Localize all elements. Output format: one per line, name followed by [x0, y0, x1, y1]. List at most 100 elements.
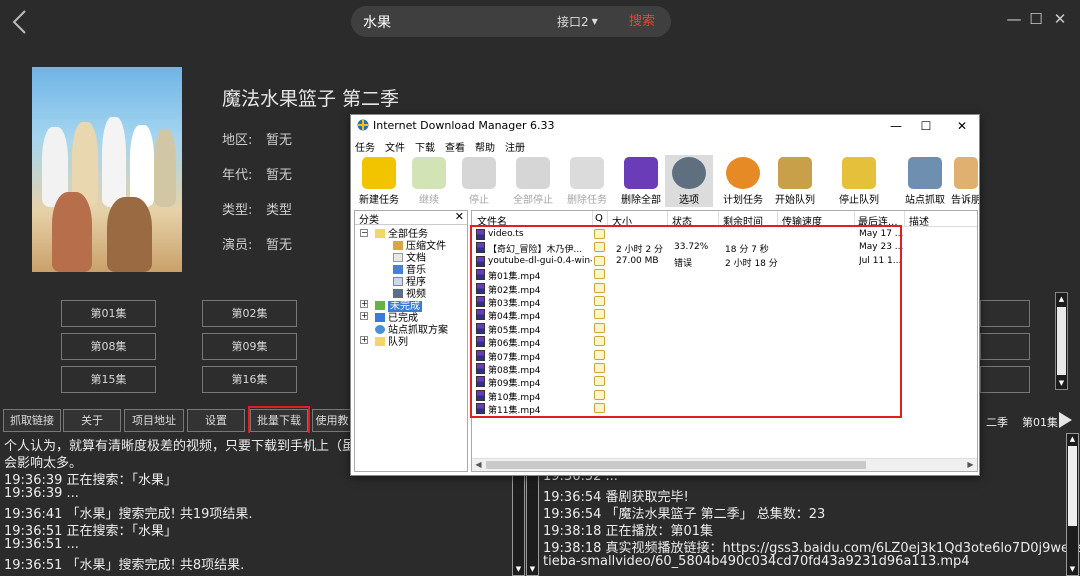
tree-collapse-icon[interactable]: −: [360, 229, 368, 237]
tree-expand-icon[interactable]: +: [360, 312, 368, 320]
scroll-down-icon[interactable]: ▼: [527, 564, 538, 575]
grab-link-button[interactable]: 抓取链接: [3, 409, 61, 432]
minimize-button[interactable]: —: [1004, 10, 1024, 32]
search-box: 接口2▼ 搜索: [351, 6, 671, 37]
episode-button[interactable]: 第09集: [202, 333, 297, 360]
folder-icon: [375, 229, 385, 238]
settings-button[interactable]: 设置: [187, 409, 245, 432]
project-url-button[interactable]: 项目地址: [124, 409, 184, 432]
menu-register[interactable]: 注册: [505, 139, 525, 154]
menu-help[interactable]: 帮助: [475, 139, 495, 154]
new-task-icon: [362, 157, 396, 189]
menu-download[interactable]: 下载: [415, 139, 435, 154]
scroll-left-icon[interactable]: ◀: [472, 459, 485, 471]
scroll-down-icon[interactable]: ▼: [1056, 377, 1067, 389]
scroll-down-icon[interactable]: ▼: [1067, 564, 1078, 575]
maximize-button[interactable]: ☐: [1026, 10, 1046, 32]
idm-titlebar[interactable]: Internet Download Manager 6.33 — ☐ ✕: [351, 115, 979, 137]
scheduler-button[interactable]: 计划任务: [717, 155, 769, 207]
new-task-button[interactable]: 新建任务: [353, 155, 405, 207]
stop-icon: [462, 157, 496, 189]
info-type: 类型: 类型: [222, 199, 292, 218]
close-icon[interactable]: ✕: [455, 210, 464, 223]
info-year-value: 暂无: [266, 168, 293, 183]
menu-file[interactable]: 文件: [385, 139, 405, 154]
close-button[interactable]: ✕: [1050, 10, 1070, 32]
resume-icon: [412, 157, 446, 189]
delete-all-button[interactable]: 删除全部: [615, 155, 667, 207]
tell-friend-icon: [954, 157, 978, 189]
scroll-thumb[interactable]: [1057, 307, 1066, 375]
log-right-scrollbar[interactable]: ▲ ▼: [1066, 433, 1079, 576]
info-actors: 演员: 暂无: [222, 234, 292, 253]
column-header-description[interactable]: 描述: [909, 213, 929, 228]
toolbar-label: 删除全部: [621, 195, 661, 206]
toolbar-label: 停止: [469, 195, 489, 206]
episode-button-partial[interactable]: [980, 300, 1030, 327]
episode-button-partial[interactable]: [980, 333, 1030, 360]
log-line: 19:36:51 「水果」搜索完成! 共8项结果.: [4, 558, 245, 573]
resume-button[interactable]: 继续: [403, 155, 455, 207]
episode-button[interactable]: 第01集: [61, 300, 156, 327]
now-playing-show: 二季: [986, 416, 1008, 429]
idm-toolbar: 新建任务 继续 停止 全部停止 删除任务 删除全部 选项 计划任务 开始队列 停…: [351, 153, 979, 209]
tutorial-button[interactable]: 使用教: [312, 409, 352, 432]
idm-minimize-button[interactable]: —: [883, 116, 909, 136]
idm-maximize-button[interactable]: ☐: [913, 116, 939, 136]
scroll-right-icon[interactable]: ▶: [964, 459, 977, 471]
episode-scrollbar[interactable]: ▲ ▼: [1055, 292, 1068, 390]
stop-button[interactable]: 停止: [453, 155, 505, 207]
idm-title: Internet Download Manager 6.33: [373, 119, 555, 132]
delete-task-button[interactable]: 删除任务: [561, 155, 613, 207]
info-actors-label: 演员:: [222, 238, 253, 253]
list-horizontal-scrollbar[interactable]: ◀ ▶: [472, 458, 977, 471]
grabber-icon: [908, 157, 942, 189]
scroll-up-icon[interactable]: ▲: [1056, 293, 1067, 305]
scroll-up-icon[interactable]: ▲: [1067, 434, 1078, 445]
tell-friend-button[interactable]: 告诉朋: [951, 155, 979, 207]
search-input[interactable]: [363, 11, 543, 33]
source-select[interactable]: 接口2 ▼: [557, 13, 598, 30]
about-button[interactable]: 关于: [63, 409, 121, 432]
stop-all-button[interactable]: 全部停止: [507, 155, 559, 207]
back-arrow-icon[interactable]: [8, 8, 32, 36]
toolbar-label: 选项: [679, 195, 699, 206]
toolbar-label: 开始队列: [775, 195, 815, 206]
episode-button[interactable]: 第15集: [61, 366, 156, 393]
chevron-down-icon: ▼: [591, 17, 598, 26]
scroll-down-icon[interactable]: ▼: [513, 564, 524, 575]
episode-button[interactable]: 第16集: [202, 366, 297, 393]
start-queue-button[interactable]: 开始队列: [769, 155, 821, 207]
idm-close-button[interactable]: ✕: [949, 116, 975, 136]
episode-button-partial[interactable]: [980, 366, 1030, 393]
toolbar-label: 计划任务: [723, 195, 763, 206]
menu-task[interactable]: 任务: [355, 139, 375, 154]
info-type-value: 类型: [266, 203, 293, 218]
source-select-label: 接口2: [557, 15, 589, 29]
tree-expand-icon[interactable]: +: [360, 336, 368, 344]
info-region-value: 暂无: [266, 133, 293, 148]
scroll-thumb[interactable]: [1068, 446, 1077, 526]
info-type-label: 类型:: [222, 203, 253, 218]
delete-icon: [570, 157, 604, 189]
search-button[interactable]: 搜索: [613, 6, 671, 37]
stop-queue-icon: [842, 157, 876, 189]
tree-item-queues[interactable]: 队列: [375, 333, 408, 348]
menu-view[interactable]: 查看: [445, 139, 465, 154]
episode-button[interactable]: 第08集: [61, 333, 156, 360]
stop-queue-button[interactable]: 停止队列: [833, 155, 885, 207]
column-header-q[interactable]: Q: [595, 213, 603, 224]
idm-logo-icon: [357, 119, 369, 131]
site-grabber-button[interactable]: 站点抓取: [899, 155, 951, 207]
idm-menubar: 任务 文件 下载 查看 帮助 注册: [351, 137, 979, 154]
scroll-thumb[interactable]: [486, 461, 866, 469]
episode-button[interactable]: 第02集: [202, 300, 297, 327]
top-bar: 接口2▼ 搜索 — ☐ ✕: [0, 0, 1080, 44]
toolbar-label: 站点抓取: [905, 195, 945, 206]
tree-expand-icon[interactable]: +: [360, 300, 368, 308]
options-button[interactable]: 选项: [665, 155, 713, 207]
show-title: 魔法水果篮子 第二季: [222, 88, 400, 110]
folder-icon: [375, 337, 385, 346]
stop-all-icon: [516, 157, 550, 189]
play-next-icon[interactable]: [1057, 411, 1073, 429]
